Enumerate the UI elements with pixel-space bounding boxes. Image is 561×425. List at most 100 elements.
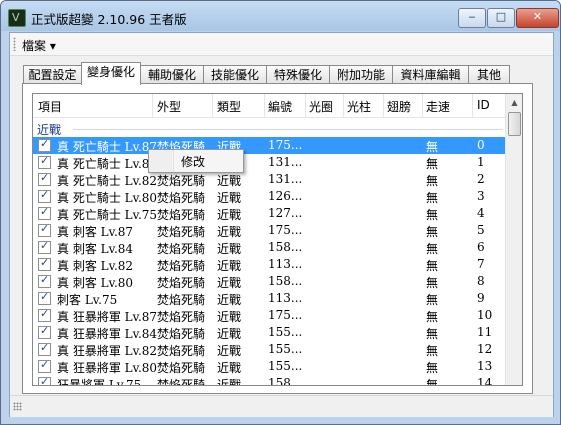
status-bar <box>10 395 553 417</box>
group-label[interactable]: 近戰 <box>37 121 61 138</box>
tab-skill[interactable]: 技能優化 <box>203 65 267 84</box>
row-checkbox[interactable] <box>38 188 51 203</box>
row-id: 0 <box>477 138 485 152</box>
row-checkbox[interactable] <box>38 256 51 271</box>
tab-addon[interactable]: 附加功能 <box>329 65 393 84</box>
table-row[interactable]: 真 狂暴將軍 Lv.84焚焰死騎近戰 155... 無 11 <box>33 324 505 341</box>
window-title: 正式版超變 2.10.96 王者版 <box>31 12 187 27</box>
row-speed: 無 <box>426 157 439 171</box>
scroll-thumb[interactable] <box>508 112 521 136</box>
column-header-type[interactable]: 類型 <box>217 98 241 115</box>
row-speed: 無 <box>426 310 439 324</box>
row-checkbox[interactable] <box>38 222 51 237</box>
column-header-appearance[interactable]: 外型 <box>157 98 181 115</box>
row-id: 13 <box>477 359 493 373</box>
table-row[interactable]: 真 死亡騎士 Lv.84焚焰死騎近戰131...無1 <box>33 154 505 171</box>
column-header-pillar[interactable]: 光柱 <box>347 98 371 115</box>
tab-transform[interactable]: 變身優化 <box>81 62 141 85</box>
tab-database[interactable]: 資料庫編輯 <box>392 65 469 84</box>
transform-list[interactable]: 項目 外型 類型 編號 光圈 光柱 翅膀 走速 ID 近戰 ✓ 真 死亡騎士 L… <box>32 93 523 386</box>
row-type: 近戰 <box>217 361 242 375</box>
row-type: 近戰 <box>217 378 242 386</box>
row-appearance: 焚焰死騎 <box>157 259 206 273</box>
row-speed: 無 <box>426 242 439 256</box>
table-row[interactable]: 真 死亡騎士 Lv.80焚焰死騎近戰 126... 無 3 <box>33 188 505 205</box>
table-row[interactable]: 真 刺客 Lv.87 焚焰死騎近戰 175... 無 5 <box>33 222 505 239</box>
row-appearance: 焚焰死騎 <box>157 225 206 239</box>
row-checkbox[interactable] <box>38 341 51 356</box>
row-code: 113... <box>268 291 303 305</box>
tab-other[interactable]: 其他 <box>468 65 510 84</box>
row-appearance: 焚焰死騎 <box>157 310 206 324</box>
row-id: 1 <box>477 155 485 169</box>
row-code: 131... <box>268 155 303 169</box>
row-name: 真 狂暴將軍 Lv.84 <box>57 327 158 341</box>
row-checkbox[interactable] <box>38 358 51 373</box>
row-name: 真 死亡騎士 Lv.87 <box>57 140 158 154</box>
row-appearance: 焚焰死騎 <box>157 208 206 222</box>
row-checkbox[interactable] <box>38 307 51 322</box>
row-appearance: 焚焰死騎 <box>157 327 206 341</box>
row-checkbox[interactable] <box>38 324 51 339</box>
column-header-wings[interactable]: 翅膀 <box>387 98 411 115</box>
title-bar[interactable]: V 正式版超變 2.10.96 王者版 ‒ □ ✕ <box>1 1 560 31</box>
row-checkbox[interactable] <box>38 375 51 385</box>
row-id: 12 <box>477 342 493 356</box>
row-id: 2 <box>477 172 485 186</box>
column-header-id[interactable]: ID <box>477 98 490 112</box>
resize-grip-icon[interactable] <box>13 402 22 411</box>
menu-file[interactable]: 檔案 ▾ <box>22 37 56 54</box>
table-row[interactable]: 真 狂暴將軍 Lv.80焚焰死騎近戰 155... 無 13 <box>33 358 505 375</box>
row-name: 真 刺客 Lv.84 <box>57 242 134 256</box>
column-header-code[interactable]: 編號 <box>268 98 292 115</box>
tab-config[interactable]: 配置設定 <box>23 65 82 84</box>
row-type: 近戰 <box>217 225 242 239</box>
table-row[interactable]: 真 死亡騎士 Lv.82焚焰死騎近戰 131... 無 2 <box>33 171 505 188</box>
minimize-button[interactable]: ‒ <box>458 8 486 28</box>
column-header-item[interactable]: 項目 <box>38 98 62 115</box>
row-name: 真 刺客 Lv.87 <box>57 225 134 239</box>
row-checkbox[interactable] <box>38 137 51 152</box>
row-type: 近戰 <box>217 208 242 222</box>
tab-panel: 項目 外型 類型 編號 光圈 光柱 翅膀 走速 ID 近戰 ✓ 真 死亡騎士 L… <box>22 83 533 394</box>
table-row[interactable]: 狂暴將軍 Lv.75 焚焰死騎 近戰 158... 無 14 <box>33 375 505 386</box>
column-header-halo[interactable]: 光圈 <box>309 98 333 115</box>
table-row[interactable]: 真 刺客 Lv.80 焚焰死騎近戰 158... 無 8 <box>33 273 505 290</box>
row-checkbox[interactable] <box>38 290 51 305</box>
row-type: 近戰 <box>217 327 242 341</box>
row-checkbox[interactable] <box>38 154 51 169</box>
vertical-scrollbar[interactable]: ▲ <box>505 94 522 385</box>
row-checkbox[interactable] <box>38 205 51 220</box>
tab-assist[interactable]: 輔助優化 <box>140 65 204 84</box>
row-type: 近戰 <box>217 191 242 205</box>
table-row[interactable]: 真 刺客 Lv.82 焚焰死騎近戰 113... 無 7 <box>33 256 505 273</box>
table-row[interactable]: 刺客 Lv.75 焚焰死騎近戰 113... 無 9 <box>33 290 505 307</box>
row-speed: 無 <box>426 174 439 188</box>
row-type: 近戰 <box>217 259 242 273</box>
maximize-button[interactable]: □ <box>487 8 515 28</box>
row-speed: 無 <box>426 327 439 341</box>
row-speed: 無 <box>426 225 439 239</box>
row-code: 175... <box>268 308 303 322</box>
row-name: 真 死亡騎士 Lv.80 <box>57 191 158 205</box>
context-menu-edit[interactable]: 修改 <box>181 153 205 170</box>
row-speed: 無 <box>426 276 439 290</box>
row-checkbox[interactable] <box>38 171 51 186</box>
table-row[interactable]: 真 狂暴將軍 Lv.87焚焰死騎近戰 175... 無 10 <box>33 307 505 324</box>
row-checkbox[interactable] <box>38 239 51 254</box>
scroll-up-icon[interactable]: ▲ <box>506 94 522 111</box>
row-checkbox[interactable] <box>38 273 51 288</box>
table-row[interactable]: 真 狂暴將軍 Lv.82焚焰死騎近戰 155... 無 12 <box>33 341 505 358</box>
row-name: 狂暴將軍 Lv.75 <box>57 378 142 386</box>
row-name: 真 狂暴將軍 Lv.80 <box>57 361 158 375</box>
close-button[interactable]: ✕ <box>516 8 559 28</box>
column-header-speed[interactable]: 走速 <box>426 98 450 115</box>
row-id: 10 <box>477 308 493 322</box>
table-row[interactable]: 真 死亡騎士 Lv.87焚焰死騎近戰175...無0 <box>33 137 505 154</box>
table-row[interactable]: 真 死亡騎士 Lv.75焚焰死騎近戰 127... 無 4 <box>33 205 505 222</box>
app-logo-icon[interactable]: V <box>8 9 26 27</box>
tab-special[interactable]: 特殊優化 <box>266 65 330 84</box>
table-row[interactable]: 真 刺客 Lv.84 焚焰死騎近戰 158... 無 6 <box>33 239 505 256</box>
row-speed: 無 <box>426 344 439 358</box>
row-speed: 無 <box>426 140 439 154</box>
